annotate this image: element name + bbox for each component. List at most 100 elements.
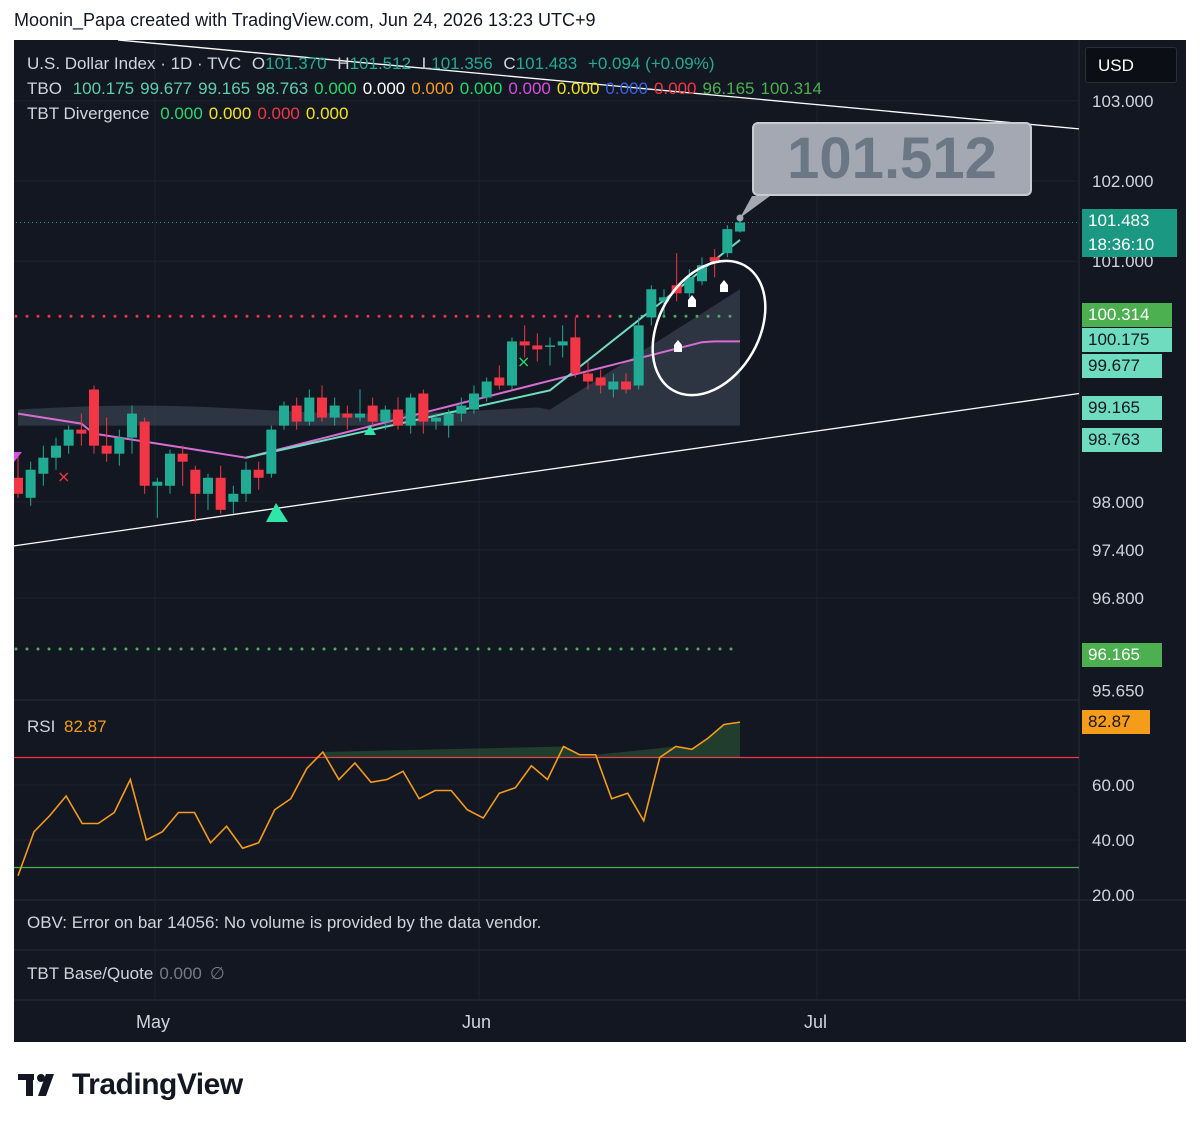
level-dot-red — [267, 314, 271, 318]
callout-pointer — [740, 196, 770, 218]
month-label-may: May — [136, 1012, 171, 1032]
level-dot-green — [322, 647, 326, 651]
level-dot-red — [443, 314, 447, 318]
price-axis-label: 97.400 — [1092, 541, 1144, 560]
candle-body — [443, 413, 454, 426]
open-value: 101.370 — [265, 54, 327, 73]
candle-body — [177, 453, 188, 462]
price-callout: 101.512 — [752, 122, 1032, 196]
candle-body — [165, 453, 175, 486]
level-dot-red — [531, 314, 535, 318]
level-dot-green — [47, 647, 51, 651]
level-dot-red — [91, 314, 95, 318]
level-dot-green — [344, 647, 348, 651]
tbo-value-7: 0.000 — [411, 79, 454, 98]
candle-body — [380, 409, 391, 422]
candle-body — [215, 477, 226, 510]
level-dot-green — [706, 314, 710, 318]
candle-body — [532, 345, 543, 350]
tbo-cloud — [18, 289, 740, 426]
tbo-value-9: 0.000 — [508, 79, 551, 98]
open-label: O — [251, 54, 266, 73]
candle-body — [304, 397, 315, 422]
tbt-divergence-label[interactable]: TBT Divergence — [27, 104, 150, 123]
candle-body — [253, 469, 264, 478]
chart-header: Moonin_Papa created with TradingView.com… — [14, 10, 596, 30]
level-dot-red — [388, 314, 392, 318]
candle-body — [317, 397, 327, 418]
level-dot-green — [113, 647, 117, 651]
bar-countdown: 18:36:10 — [1088, 235, 1155, 254]
level-dot-green — [190, 647, 194, 651]
level-dot-green — [80, 647, 84, 651]
candle-body — [595, 377, 606, 386]
tbo-label[interactable]: TBO — [27, 79, 62, 98]
level-dot-red — [608, 314, 612, 318]
level-dot-red — [564, 314, 568, 318]
candle-body — [139, 421, 150, 486]
level-dot-green — [542, 647, 546, 651]
level-dot-green — [14, 647, 18, 651]
rsi-label: RSI — [27, 717, 55, 736]
level-dot-red — [586, 314, 590, 318]
price-axis-label: 98.000 — [1092, 493, 1144, 512]
level-dot-red — [454, 314, 458, 318]
level-dot-green — [728, 314, 732, 318]
level-dot-red — [311, 314, 315, 318]
price-badge-value: 99.165 — [1088, 398, 1140, 417]
price-badge-96-165: 96.165 — [1082, 643, 1162, 667]
candle-body — [152, 481, 163, 486]
level-dot-green — [564, 647, 568, 651]
candle-body — [89, 389, 99, 446]
price-badge-99-165: 99.165 — [1082, 396, 1162, 420]
tradingview-logo[interactable]: TradingView — [18, 1068, 243, 1102]
buy-cross-marker: × — [517, 352, 530, 371]
price-badge-value: 96.165 — [1088, 645, 1140, 664]
price-badge-100-175: 100.175 — [1082, 328, 1172, 352]
price-badge-100-314: 100.314 — [1082, 303, 1172, 327]
high-value: 101.512 — [349, 54, 412, 73]
tbt-base-value: 0.000 — [159, 964, 202, 983]
buy-signal-triangle — [266, 503, 288, 522]
candle-body — [418, 393, 429, 422]
level-dot-red — [256, 314, 260, 318]
tbt-divergence-value-1: 0.000 — [160, 104, 203, 123]
level-dot-green — [465, 647, 469, 651]
level-dot-green — [234, 647, 238, 651]
level-dot-green — [91, 647, 95, 651]
level-dot-red — [520, 314, 524, 318]
level-dot-green — [729, 647, 733, 651]
tbo-value-6: 0.000 — [362, 79, 406, 98]
level-dot-red — [465, 314, 469, 318]
level-dot-green — [629, 314, 633, 318]
rsi-value: 82.87 — [64, 717, 107, 736]
symbol-name[interactable]: U.S. Dollar Index · 1D · TVC — [27, 54, 241, 73]
candle-body — [291, 405, 302, 422]
sell-cross-marker: × — [57, 467, 70, 486]
candle-body — [469, 393, 479, 410]
level-dot-red — [201, 314, 205, 318]
candle-body — [481, 381, 492, 398]
level-dot-green — [124, 647, 128, 651]
level-dot-green — [707, 647, 711, 651]
rsi-line — [17, 721, 741, 877]
candle-body — [608, 381, 619, 390]
level-dot-red — [322, 314, 326, 318]
empty-set-icon: ∅ — [209, 964, 225, 983]
level-dot-red — [487, 314, 491, 318]
level-dot-green — [410, 647, 414, 651]
candle-body — [735, 222, 745, 232]
candle-body — [342, 413, 353, 418]
candle-body — [329, 405, 340, 418]
level-dot-red — [597, 314, 601, 318]
tbo-value-11: 0.000 — [605, 79, 648, 98]
level-dot-green — [377, 647, 381, 651]
currency-button[interactable]: USD — [1085, 47, 1177, 83]
level-dot-green — [509, 647, 513, 651]
level-dot-green — [695, 314, 699, 318]
price-badge-value: 98.763 — [1088, 430, 1140, 449]
price-axis-label: 103.000 — [1092, 92, 1153, 111]
candle-body — [63, 429, 74, 446]
level-dot-green — [663, 647, 667, 651]
month-label-jul: Jul — [804, 1012, 828, 1032]
